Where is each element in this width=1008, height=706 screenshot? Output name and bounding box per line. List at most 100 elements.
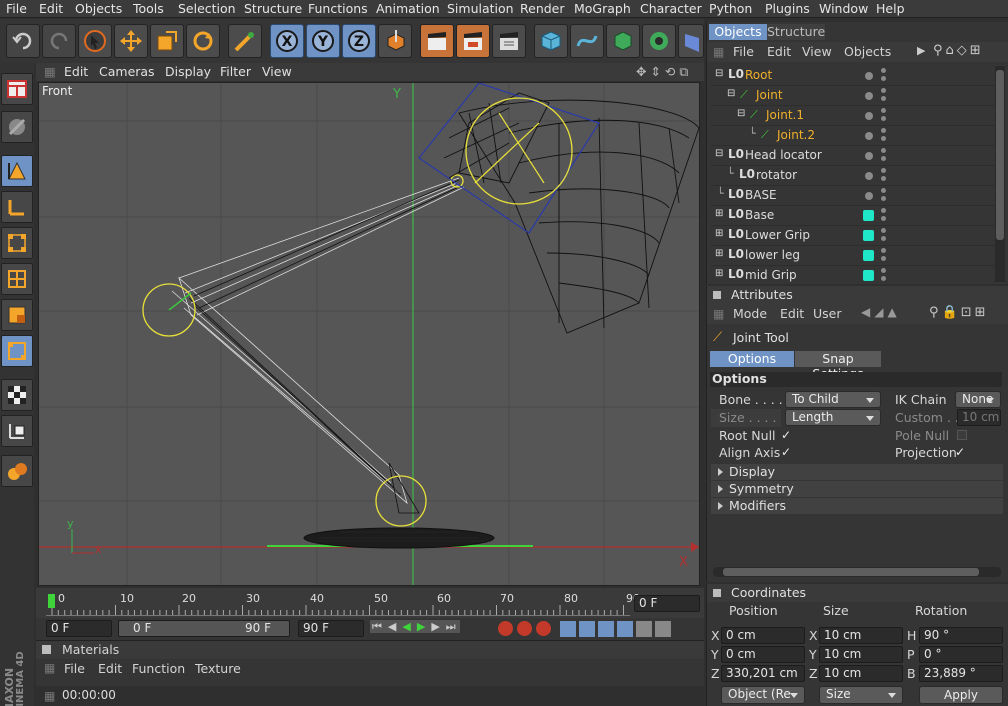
record-key-icon[interactable] bbox=[498, 621, 513, 636]
render-dot[interactable] bbox=[881, 268, 886, 273]
scheme-icon[interactable] bbox=[655, 621, 671, 637]
render-dot[interactable] bbox=[881, 188, 886, 193]
layer-tag-icon[interactable] bbox=[863, 210, 874, 221]
scale-tool-button[interactable] bbox=[150, 24, 184, 58]
align-axis-checkbox[interactable]: ✓ bbox=[781, 446, 794, 459]
visibility-dot[interactable] bbox=[865, 132, 873, 140]
menu-mograph[interactable]: MoGraph bbox=[574, 1, 631, 16]
vp-navigation-icons[interactable]: ✥ ⇕ ⟲ ⧉ bbox=[636, 64, 688, 80]
visibility-dot[interactable] bbox=[865, 72, 873, 80]
vp-menu-cameras[interactable]: Cameras bbox=[99, 64, 155, 79]
tree-row-joint-2[interactable]: └ ⟋ Joint.2 bbox=[711, 126, 995, 146]
layer-tag-icon[interactable] bbox=[863, 250, 874, 261]
menu-render[interactable]: Render bbox=[520, 1, 565, 16]
visibility-dot[interactable] bbox=[865, 192, 873, 200]
attr-hscrollbar[interactable] bbox=[713, 567, 1001, 577]
mat-menu-edit[interactable]: Edit bbox=[98, 661, 122, 676]
workplane-button[interactable] bbox=[1, 415, 33, 447]
timeline-ruler[interactable]: 0 10 20 30 40 50 60 70 80 90 bbox=[46, 592, 640, 616]
scrollbar-thumb[interactable] bbox=[996, 70, 1004, 240]
nurbs-button[interactable] bbox=[606, 24, 640, 58]
mat-menu-function[interactable]: Function bbox=[132, 661, 185, 676]
collapse-icon[interactable]: ⊟ bbox=[727, 88, 735, 99]
layer-tag-icon[interactable] bbox=[863, 230, 874, 241]
menu-file[interactable]: File bbox=[6, 1, 27, 16]
play-icon[interactable]: ▶ bbox=[414, 620, 430, 633]
tree-row-base-upper[interactable]: └ L0 BASE bbox=[711, 186, 995, 206]
render-dot[interactable] bbox=[881, 168, 886, 173]
key-scale-icon[interactable] bbox=[579, 621, 595, 637]
model-mode-button[interactable] bbox=[1, 155, 33, 187]
pos-z-field[interactable]: 330,201 cm bbox=[721, 665, 805, 682]
rot-b-field[interactable]: 23,889 ° bbox=[919, 665, 1003, 682]
render-dot[interactable] bbox=[881, 68, 886, 73]
obj-menu-view[interactable]: View bbox=[802, 44, 832, 59]
obj-menu-file[interactable]: File bbox=[733, 44, 754, 59]
projection-checkbox[interactable]: ✓ bbox=[955, 446, 968, 459]
group-modifiers[interactable]: Modifiers bbox=[711, 498, 1003, 514]
spline-button[interactable] bbox=[570, 24, 604, 58]
editor-dot[interactable] bbox=[881, 256, 886, 261]
tree-row-rotator[interactable]: └ L0 rotator bbox=[711, 166, 995, 186]
editor-dot[interactable] bbox=[881, 236, 886, 241]
playback-controls[interactable]: ⏮ ◀ ◀ ▶ ▶ ⏭ bbox=[370, 620, 460, 634]
expand-icon[interactable]: ⊞ bbox=[715, 248, 723, 259]
nav-arrows-icon[interactable]: ◀◢▲ bbox=[861, 305, 901, 319]
menu-window[interactable]: Window bbox=[819, 1, 868, 16]
group-symmetry[interactable]: Symmetry bbox=[711, 481, 1003, 497]
visibility-dot[interactable] bbox=[865, 152, 873, 160]
array-button[interactable] bbox=[642, 24, 676, 58]
object-name[interactable]: Joint.1 bbox=[766, 108, 804, 122]
joint-tool-button[interactable] bbox=[228, 24, 262, 58]
attr-menu-mode[interactable]: Mode bbox=[733, 306, 767, 321]
y-axis-lock-button[interactable]: Y bbox=[306, 24, 340, 58]
attr-menu-edit[interactable]: Edit bbox=[780, 306, 804, 321]
pole-null-checkbox[interactable] bbox=[957, 430, 967, 440]
key-position-icon[interactable] bbox=[560, 621, 576, 637]
redo-button[interactable] bbox=[42, 24, 76, 58]
tree-row-lower-grip[interactable]: ⊞ L0 Lower Grip bbox=[711, 226, 995, 246]
mat-menu-file[interactable]: File bbox=[64, 661, 85, 676]
vp-menu-display[interactable]: Display bbox=[165, 64, 211, 79]
object-name[interactable]: Joint bbox=[756, 88, 783, 102]
next-frame-icon[interactable]: ▶ bbox=[429, 620, 444, 633]
render-dot[interactable] bbox=[881, 128, 886, 133]
menu-structure[interactable]: Structure bbox=[244, 1, 302, 16]
size-dropdown[interactable]: Length bbox=[785, 409, 881, 426]
size-z-field[interactable]: 10 cm bbox=[819, 665, 903, 682]
collapse-icon[interactable]: ⊟ bbox=[737, 108, 745, 119]
rotate-tool-button[interactable] bbox=[186, 24, 220, 58]
menu-plugins[interactable]: Plugins bbox=[765, 1, 810, 16]
render-picture-button[interactable] bbox=[456, 24, 490, 58]
cube-primitive-button[interactable] bbox=[534, 24, 568, 58]
undo-button[interactable] bbox=[6, 24, 40, 58]
render-dot[interactable] bbox=[881, 228, 886, 233]
visibility-dot[interactable] bbox=[865, 112, 873, 120]
object-name[interactable]: Base bbox=[745, 208, 774, 222]
range-slider[interactable]: 0 F 90 F bbox=[118, 620, 290, 637]
ik-chain-dropdown[interactable]: None bbox=[955, 391, 1001, 408]
menu-objects[interactable]: Objects bbox=[75, 1, 122, 16]
object-name[interactable]: Root bbox=[745, 68, 772, 82]
editor-dot[interactable] bbox=[881, 276, 886, 281]
play-back-icon[interactable]: ◀ bbox=[400, 620, 415, 633]
deformer-button[interactable] bbox=[678, 24, 704, 58]
render-dot[interactable] bbox=[881, 108, 886, 113]
move-tool-button[interactable] bbox=[114, 24, 148, 58]
end-frame-field[interactable]: 90 F bbox=[298, 620, 364, 637]
editor-dot[interactable] bbox=[881, 216, 886, 221]
size-y-field[interactable]: 10 cm bbox=[819, 646, 903, 663]
render-dot[interactable] bbox=[881, 248, 886, 253]
attr-tools-icons[interactable]: ⚲🔒⊡⊞ bbox=[929, 305, 989, 320]
editor-dot[interactable] bbox=[881, 96, 886, 101]
size-mode-dropdown[interactable]: Size bbox=[819, 686, 903, 704]
expand-arrow-icon[interactable]: ▶ bbox=[917, 44, 925, 57]
tree-row-base[interactable]: ⊞ L0 Base bbox=[711, 206, 995, 226]
sculpt-button[interactable] bbox=[1, 455, 33, 487]
render-dot[interactable] bbox=[881, 148, 886, 153]
prev-frame-icon[interactable]: ◀ bbox=[385, 620, 401, 633]
object-name[interactable]: BASE bbox=[745, 188, 777, 202]
vp-menu-filter[interactable]: Filter bbox=[220, 64, 251, 79]
group-display[interactable]: Display bbox=[711, 464, 1003, 480]
coord-system-button[interactable] bbox=[378, 24, 412, 58]
